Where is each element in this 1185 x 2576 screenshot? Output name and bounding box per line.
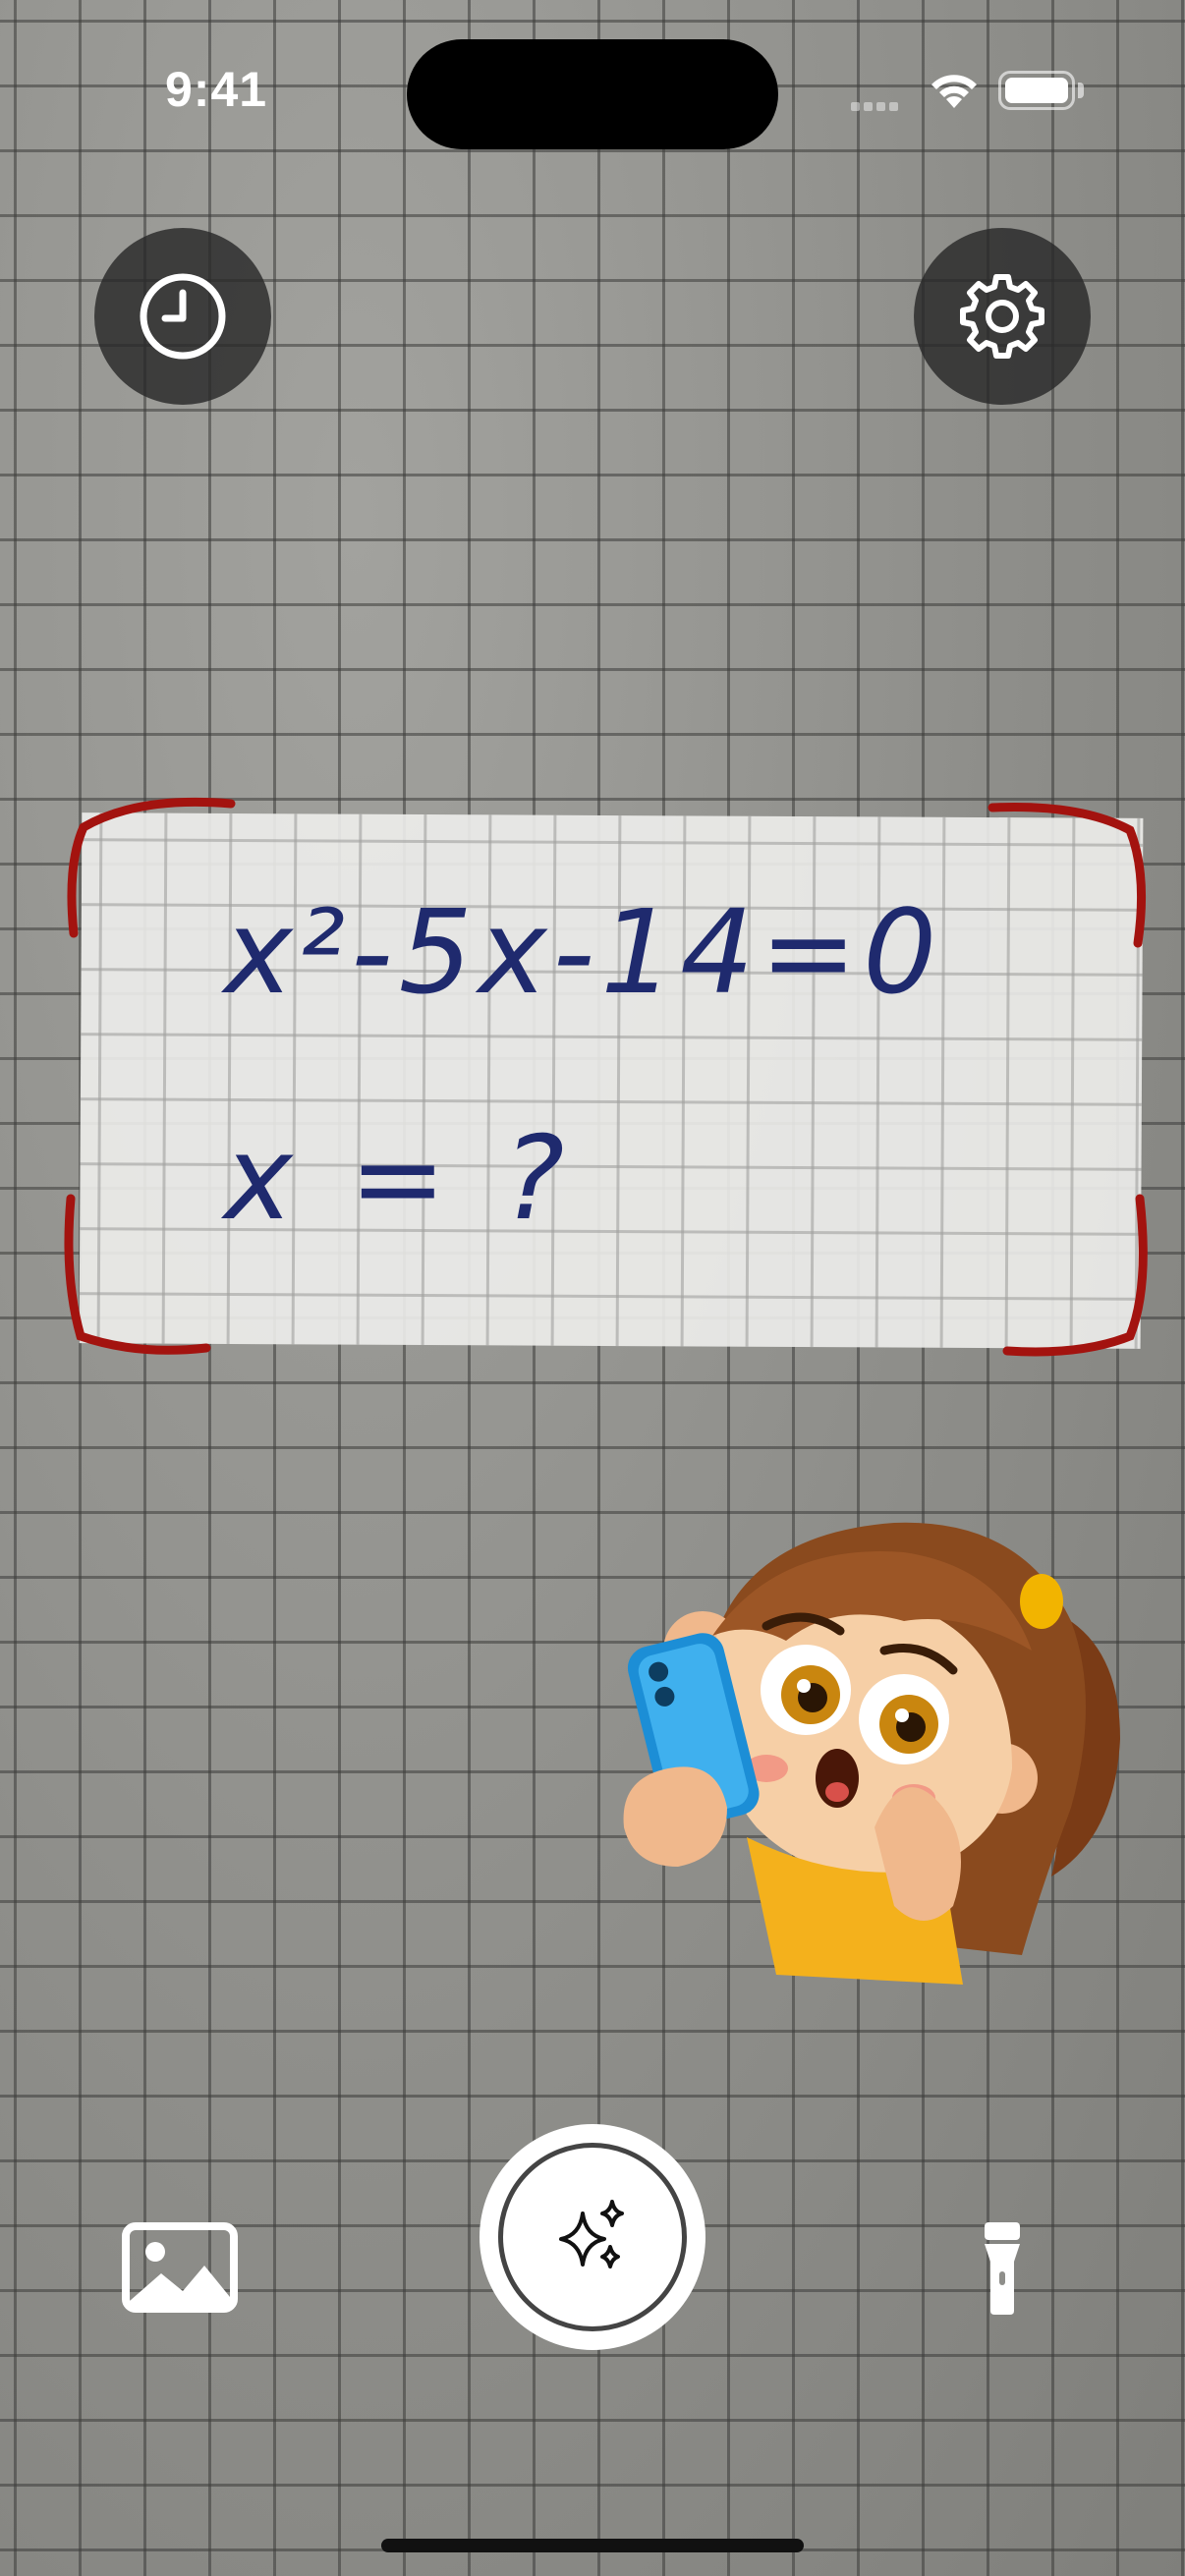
home-indicator [381,2539,804,2552]
question-text: x = ? [224,1110,575,1246]
dynamic-island [407,39,778,149]
sparkles-icon [559,2200,624,2268]
battery-cap [1078,83,1084,98]
flashlight-icon [985,2222,1020,2315]
mascot-girl-illustration [623,1522,1120,1985]
capture-button[interactable] [480,2124,705,2350]
capture-button-ring [498,2143,687,2331]
status-time: 9:41 [165,62,268,117]
photo-gallery-icon [122,2222,238,2313]
equation-text: x²-5x-14=0 [224,884,943,1020]
history-button[interactable] [94,228,271,405]
cellular-signal-icon [851,98,906,111]
scan-frame [64,797,1148,1357]
clock-history-icon [140,273,226,360]
gear-icon [960,274,1044,359]
battery-icon [998,71,1075,110]
flashlight-button[interactable] [981,2220,1024,2322]
gallery-button[interactable] [122,2222,238,2318]
wifi-icon [926,69,983,115]
settings-button[interactable] [914,228,1091,405]
